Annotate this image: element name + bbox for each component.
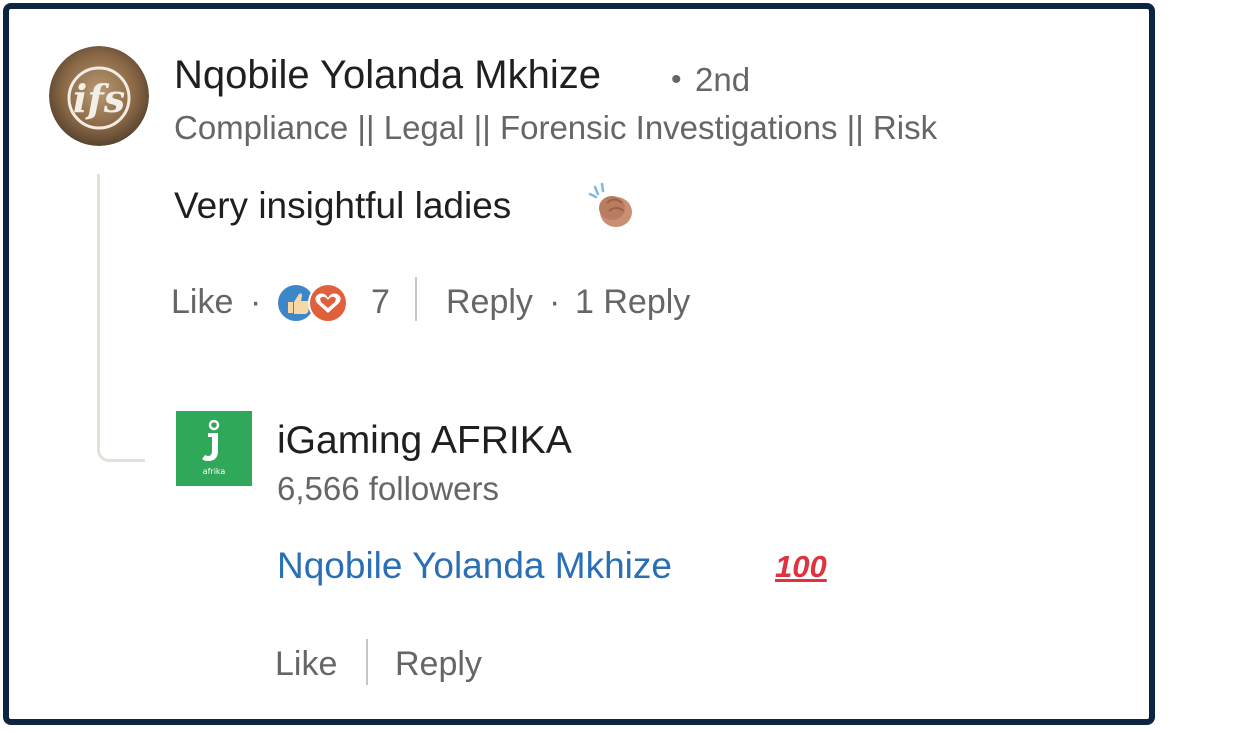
hundred-points-icon: 100 [775, 549, 827, 584]
separator-dot: · [549, 283, 561, 321]
follower-count: 6,566 followers [277, 470, 499, 507]
comment-card: ifs Nqobile Yolanda Mkhize • 2nd Complia… [3, 3, 1155, 725]
reply-count[interactable]: 1 Reply [575, 283, 690, 322]
logo-wordmark: afrika [203, 467, 226, 476]
company-logo[interactable]: afrika [176, 411, 252, 486]
author-name[interactable]: Nqobile Yolanda Mkhize [174, 53, 601, 98]
like-button[interactable]: Like [171, 283, 233, 322]
comment-text: Very insightful ladies [174, 185, 512, 226]
reactions-summary[interactable] [275, 282, 363, 324]
separator-dot: · [250, 283, 262, 321]
mention-link[interactable]: Nqobile Yolanda Mkhize [277, 545, 672, 587]
action-divider [415, 277, 417, 321]
separator-dot: • [671, 63, 682, 96]
thread-connector [97, 174, 145, 462]
connection-degree: 2nd [695, 61, 751, 98]
reply-like-button[interactable]: Like [275, 645, 337, 684]
author-avatar[interactable]: ifs [49, 46, 149, 146]
author-headline: Compliance || Legal || Forensic Investig… [174, 109, 938, 146]
reply-button[interactable]: Reply [446, 283, 533, 322]
avatar-letters: ifs [73, 76, 125, 121]
company-name[interactable]: iGaming AFRIKA [277, 419, 572, 463]
action-divider [366, 639, 368, 685]
clapping-hands-icon [587, 181, 639, 231]
reaction-count[interactable]: 7 [371, 283, 390, 322]
reply-reply-button[interactable]: Reply [395, 645, 482, 684]
